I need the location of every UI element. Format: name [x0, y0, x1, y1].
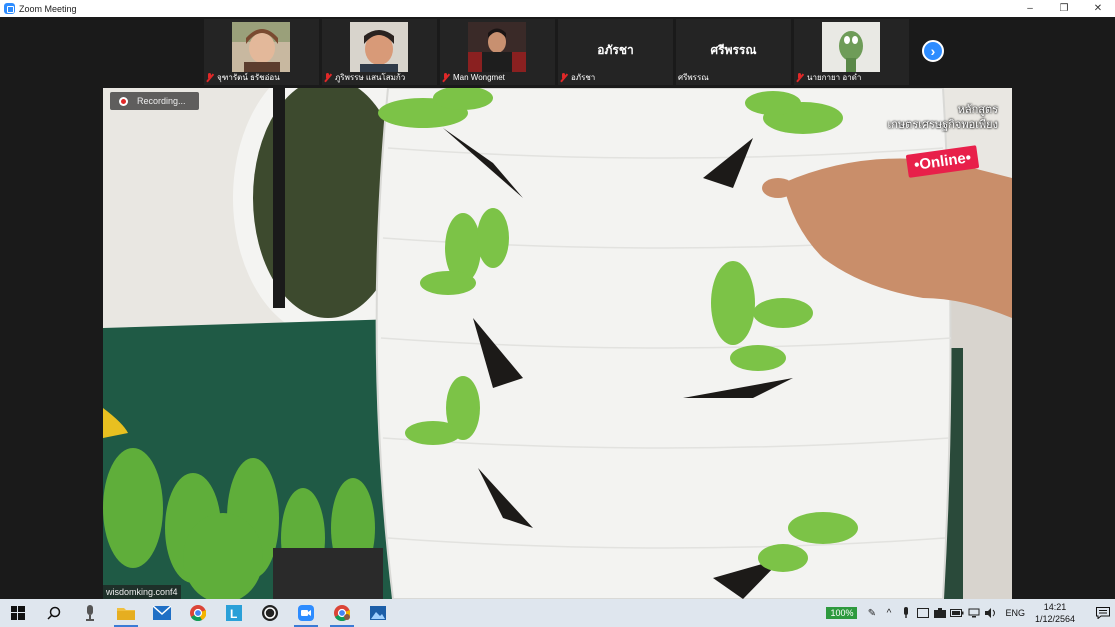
participant-name: จุฑารัตน์ ธรัชอ่อน: [217, 72, 280, 82]
record-icon: [119, 96, 128, 106]
windows-taskbar: L 100% ✎ ^ ENG 14:21 1/12/2564: [0, 599, 1115, 627]
battery-percentage: 100%: [826, 607, 858, 619]
course-title-overlay: หลักสูตร เกษตรเศรษฐกิจพอเพียง: [888, 103, 998, 133]
muted-mic-icon: [796, 72, 804, 82]
mail-icon[interactable]: [144, 599, 180, 627]
chrome-profile-icon[interactable]: [324, 599, 360, 627]
participant-video: [822, 22, 880, 72]
zoom-icon[interactable]: [288, 599, 324, 627]
photos-icon[interactable]: [360, 599, 396, 627]
microphone-icon[interactable]: [897, 599, 914, 627]
network-icon[interactable]: [965, 599, 982, 627]
muted-mic-icon: [442, 72, 450, 82]
search-icon[interactable]: [36, 599, 72, 627]
obs-icon[interactable]: [252, 599, 288, 627]
participant-strip: จุฑารัตน์ ธรัชอ่อน ภูริพรรษ แสนโสมก้ว Ma…: [204, 19, 909, 85]
svg-text:L: L: [230, 607, 237, 621]
minimize-button[interactable]: –: [1013, 0, 1047, 17]
notification-icon[interactable]: [1091, 607, 1115, 619]
participant-name: ภูริพรรษ แสนโสมก้ว: [335, 72, 406, 82]
pen-icon[interactable]: ✎: [863, 599, 880, 627]
participant-tile[interactable]: Man Wongmet: [440, 19, 555, 85]
participant-tile[interactable]: ศรีพรรณ ศรีพรรณ: [676, 19, 791, 85]
muted-mic-icon: [560, 72, 568, 82]
participant-big-name: อภัรชา: [597, 43, 634, 57]
active-speaker-video: Recording... หลักสูตร เกษตรเศรษฐกิจพอเพี…: [103, 88, 1012, 599]
participant-video: [232, 22, 290, 72]
participant-tile[interactable]: จุฑารัตน์ ธรัชอ่อน: [204, 19, 319, 85]
participant-name: Man Wongmet: [453, 72, 505, 82]
close-button[interactable]: ✕: [1081, 0, 1115, 17]
participant-name: นายกายา อาดำ: [807, 72, 862, 82]
device-icon[interactable]: [914, 599, 931, 627]
participant-big-name: ศรีพรรณ: [710, 43, 757, 57]
course-title-line2: เกษตรเศรษฐกิจพอเพียง: [887, 119, 998, 131]
volume-icon[interactable]: [982, 599, 999, 627]
meeting-area: จุฑารัตน์ ธรัชอ่อน ภูริพรรษ แสนโสมก้ว Ma…: [0, 17, 1115, 599]
zoom-app-icon: [4, 3, 15, 14]
l-app-icon[interactable]: L: [216, 599, 252, 627]
participant-name: อภัรชา: [571, 72, 596, 82]
participant-video: [350, 22, 408, 72]
camera-icon[interactable]: [931, 599, 948, 627]
participant-tile[interactable]: นายกายา อาดำ: [794, 19, 909, 85]
video-frame: [103, 88, 1012, 599]
battery-icon[interactable]: [948, 599, 965, 627]
clock-date: 1/12/2564: [1034, 614, 1076, 624]
participant-tile[interactable]: อภัรชา อภัรชา: [558, 19, 673, 85]
microphone-app-icon[interactable]: [72, 599, 108, 627]
chevron-up-icon[interactable]: ^: [880, 599, 897, 627]
recording-indicator: Recording...: [110, 92, 199, 110]
window-title: Zoom Meeting: [19, 3, 77, 14]
participant-tile[interactable]: ภูริพรรษ แสนโสมก้ว: [322, 19, 437, 85]
clock-time: 14:21: [1043, 602, 1067, 612]
chrome-icon[interactable]: [180, 599, 216, 627]
muted-mic-icon: [206, 72, 214, 82]
participant-name: ศรีพรรณ: [678, 72, 709, 82]
participant-video: [468, 22, 526, 72]
windows-start-icon[interactable]: [0, 599, 36, 627]
clock[interactable]: 14:21 1/12/2564: [1031, 601, 1079, 625]
restore-button[interactable]: ❐: [1047, 0, 1081, 17]
chevron-right-icon[interactable]: ›: [922, 40, 944, 62]
file-explorer-icon[interactable]: [108, 599, 144, 627]
language-indicator[interactable]: ENG: [1005, 608, 1025, 618]
recording-label: Recording...: [137, 96, 186, 106]
speaker-name-label: wisdomking.conf4: [103, 585, 181, 599]
course-title-line1: หลักสูตร: [957, 104, 998, 116]
title-bar: Zoom Meeting – ❐ ✕: [0, 0, 1115, 17]
muted-mic-icon: [324, 72, 332, 82]
system-tray: 100% ✎ ^ ENG 14:21 1/12/2564: [826, 599, 1115, 627]
